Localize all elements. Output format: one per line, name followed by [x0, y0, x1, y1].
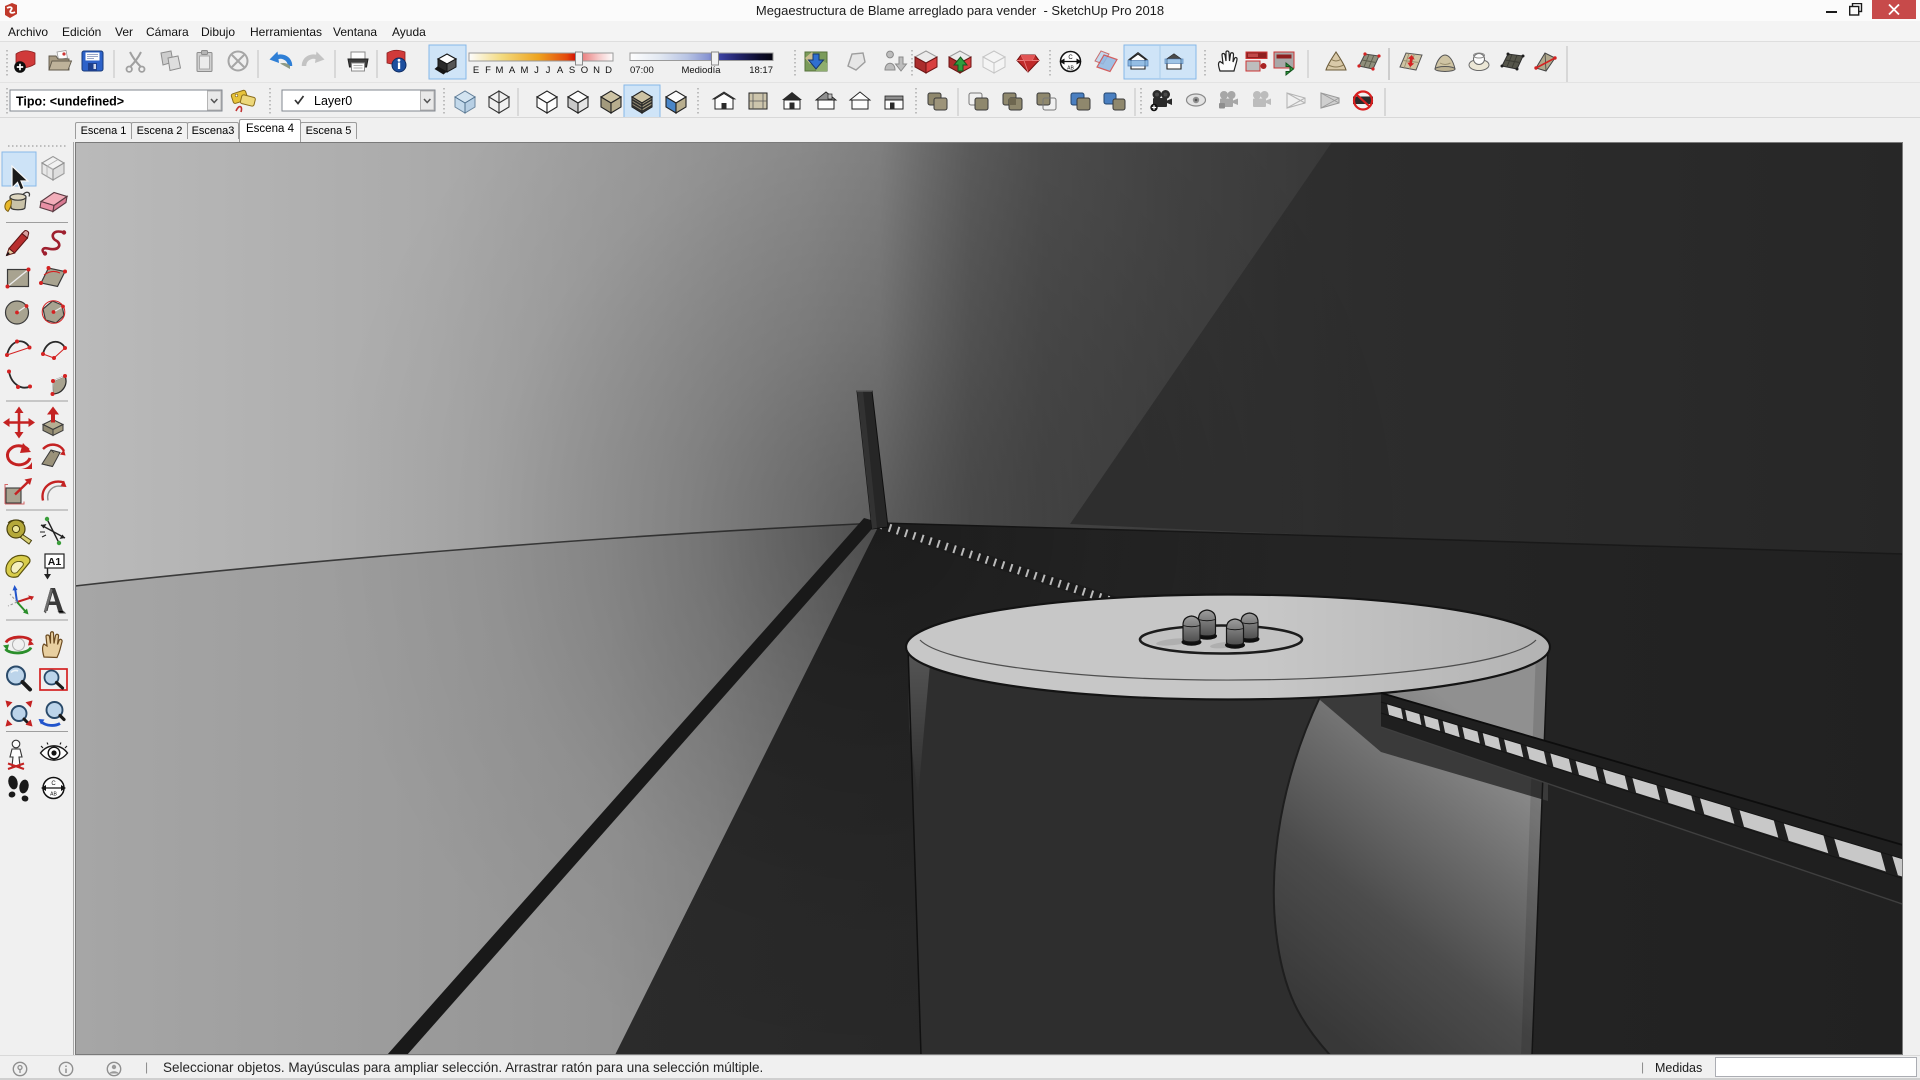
svg-text:Tipo: <undefined>: Tipo: <undefined> [16, 95, 124, 109]
svg-text:AB: AB [50, 792, 57, 798]
svg-text:S: S [569, 65, 575, 76]
svg-text:D: D [605, 65, 612, 76]
svg-text:Mediodía: Mediodía [681, 65, 721, 76]
svg-text:A: A [557, 65, 564, 76]
svg-text:O: O [581, 65, 588, 76]
svg-text:M: M [496, 65, 504, 76]
svg-text:18:17: 18:17 [749, 65, 773, 76]
svg-text:A: A [509, 65, 516, 76]
svg-text:C: C [51, 781, 56, 787]
svg-text:J: J [546, 65, 551, 76]
svg-text:F: F [485, 65, 491, 76]
svg-text:M: M [521, 65, 529, 76]
svg-text:AB: AB [1067, 66, 1074, 72]
svg-text:A1: A1 [48, 556, 62, 568]
svg-text:07:00: 07:00 [630, 65, 654, 76]
svg-text:Layer0: Layer0 [314, 94, 352, 108]
svg-text:C: C [1068, 55, 1073, 61]
svg-text:J: J [534, 65, 539, 76]
svg-text:E: E [473, 65, 479, 76]
svg-text:N: N [593, 65, 600, 76]
